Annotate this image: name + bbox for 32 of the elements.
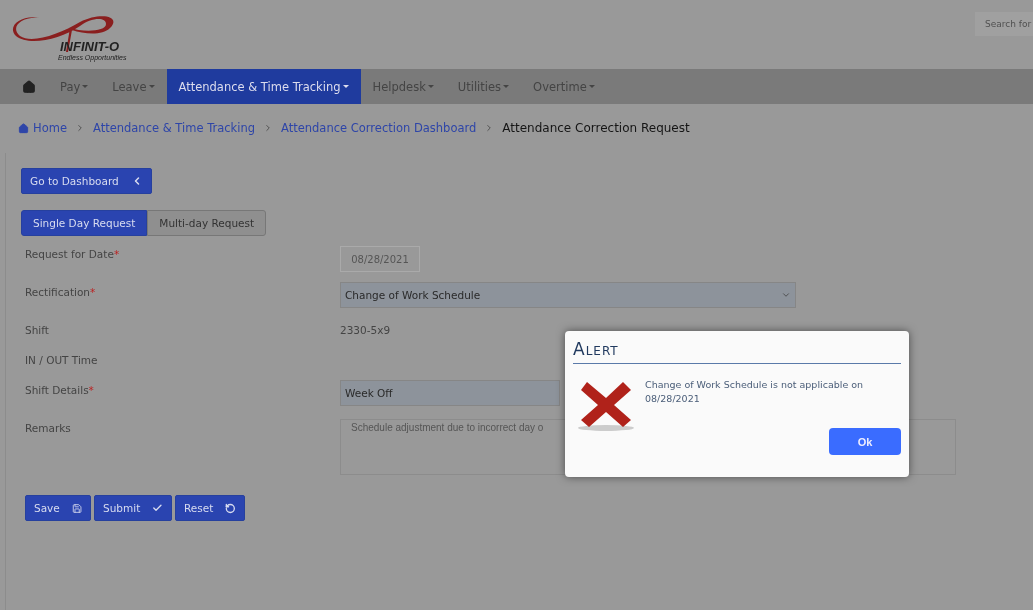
breadcrumb-link[interactable]: Home <box>18 121 67 135</box>
ok-button[interactable]: Ok <box>829 428 901 455</box>
home-icon <box>18 122 29 134</box>
field-label: Request for Date* <box>24 247 121 260</box>
select-field[interactable]: Week Off <box>340 380 560 406</box>
field-label: IN / OUT Time <box>24 353 99 366</box>
field-label: Shift <box>24 323 50 336</box>
request-tab[interactable]: Multi-day Request <box>147 210 267 236</box>
nav-menu-item[interactable]: Attendance & Time Tracking <box>166 69 361 104</box>
date-field[interactable]: 08/28/2021 <box>340 246 420 272</box>
alert-message: Change of Work Schedule is not applicable on 08/28/2021 <box>645 378 865 406</box>
request-tab[interactable]: Single Day Request <box>21 210 148 236</box>
go-to-dashboard-button[interactable]: Go to Dashboard <box>21 168 152 194</box>
field-label: Rectification* <box>24 285 97 298</box>
action-button[interactable]: Reset <box>175 495 245 521</box>
shift-value: 2330-5x9 <box>340 323 392 336</box>
home-icon[interactable] <box>22 79 36 94</box>
chevron-down-icon <box>781 290 791 300</box>
breadcrumb-link[interactable]: Attendance & Time Tracking <box>92 121 255 135</box>
action-button[interactable]: Submit <box>94 495 172 521</box>
breadcrumb-link[interactable]: Attendance Correction Dashboard <box>281 121 477 135</box>
field-label: Shift Details* <box>24 383 95 396</box>
reset-icon <box>225 502 236 514</box>
check-icon <box>152 502 163 514</box>
dialog-title: Alert <box>573 339 901 364</box>
select-field[interactable]: Change of Work Schedule <box>340 282 796 308</box>
chevron-right-icon <box>263 123 273 133</box>
action-button[interactable]: Save <box>25 495 91 521</box>
field-label: Remarks <box>24 421 72 434</box>
breadcrumb-current: Attendance Correction Request <box>502 121 690 135</box>
search-field[interactable]: Search for <box>975 12 1033 36</box>
save-icon <box>71 502 82 514</box>
